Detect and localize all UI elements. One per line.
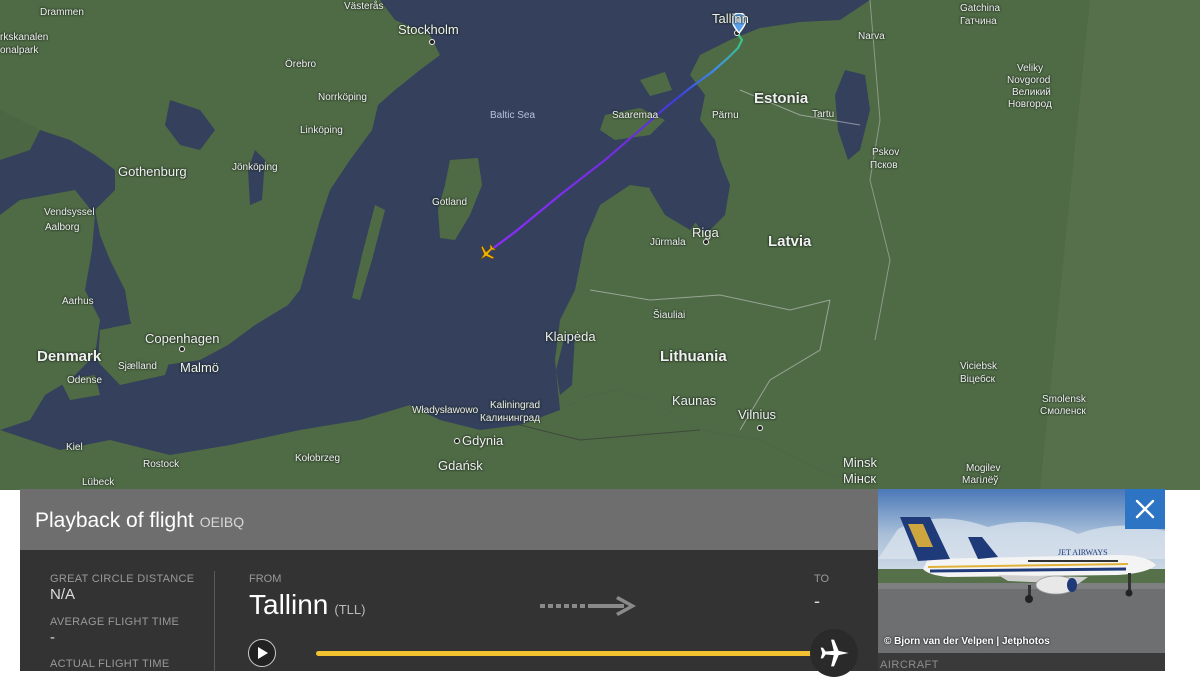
airplane-icon[interactable] <box>476 242 498 264</box>
map-label-gatchina-ru: Гатчина <box>960 16 997 27</box>
map-label-gdansk: Gdańsk <box>438 458 483 473</box>
map-label-lubeck: Lübeck <box>82 477 115 488</box>
flight-map[interactable]: Drammen rkskanalen onalpark Västerås Sto… <box>0 0 1200 490</box>
playback-progress-fill <box>316 651 831 656</box>
destination-value: - <box>814 591 820 611</box>
avg-flight-time-value: - <box>50 629 55 646</box>
aircraft-photo-image: JET AIRWAYS <box>878 489 1165 653</box>
map-label-kaliningrad: Kaliningrad <box>490 400 541 411</box>
map-label-pskov-ru: Псков <box>870 160 898 171</box>
aircraft-label: AIRCRAFT <box>880 659 939 671</box>
map-label-mogilev: Mogilev <box>966 463 1001 474</box>
map-label-vasteras: Västerås <box>344 1 384 12</box>
map-label-novgorod: Novgorod <box>1007 75 1051 86</box>
map-label-kiel: Kiel <box>66 442 83 453</box>
airline-livery-text: JET AIRWAYS <box>1058 548 1108 557</box>
map-label-klaipeda: Klaipėda <box>545 329 596 344</box>
panel-divider <box>214 571 215 671</box>
playback-progress-bar[interactable] <box>316 651 831 656</box>
map-label-skanalen: rkskanalen <box>0 32 49 43</box>
map-label-pskov: Pskov <box>872 147 900 158</box>
close-icon <box>1135 499 1155 519</box>
map-label-malmo: Malmö <box>180 360 220 375</box>
map-label-viciebsk: Viciebsk <box>960 361 998 372</box>
map-label-minsk-ru: Мінск <box>843 471 877 486</box>
map-label-gatchina: Gatchina <box>960 3 1001 14</box>
map-label-minsk: Minsk <box>843 455 877 470</box>
airplane-icon <box>820 639 849 667</box>
map-label-nalpark: onalpark <box>0 45 39 56</box>
map-label-novgorod-ru: Новгород <box>1008 99 1052 110</box>
map-label-gdynia: Gdynia <box>462 433 504 448</box>
map-label-stockholm: Stockholm <box>398 22 459 37</box>
map-label-viciebsk-ru: Віцебск <box>960 374 995 385</box>
map-label-aarhus: Aarhus <box>62 296 94 307</box>
map-label-veliky-ru: Великий <box>1012 87 1051 98</box>
map-label-aalborg: Aalborg <box>45 222 80 233</box>
playback-panel: Playback of flight OEIBQ GREAT CIRCLE DIS… <box>20 489 878 677</box>
avg-flight-time-label: AVERAGE FLIGHT TIME <box>50 616 180 628</box>
map-label-vilnius: Vilnius <box>738 407 777 422</box>
map-label-kolobrzeg: Kołobrzeg <box>295 453 341 464</box>
map-label-mogilev-ru: Магілёў <box>962 475 999 486</box>
map-label-parnu: Pärnu <box>712 110 739 121</box>
map-label-smolensk: Smolensk <box>1042 394 1086 405</box>
map-label-narva: Narva <box>858 31 885 42</box>
map-label-rostock: Rostock <box>143 459 180 470</box>
map-label-saaremaa: Saaremaa <box>612 110 659 121</box>
map-label-linkoping: Linköping <box>300 125 343 136</box>
panel-header: Playback of flight OEIBQ <box>20 489 878 550</box>
origin-city: Tallinn <box>249 589 329 620</box>
origin-airport: Tallinn (TLL) <box>249 589 365 621</box>
origin-code: (TLL) <box>334 602 366 617</box>
map-label-tallinn: Tallinn <box>712 11 749 26</box>
map-label-vendsyssel: Vendsyssel <box>44 207 95 218</box>
panel-title: Playback of flight OEIBQ <box>35 509 244 533</box>
map-label-gothenburg: Gothenburg <box>118 164 187 179</box>
route-arrow-icon <box>540 596 636 616</box>
map-label-tartu: Tartu <box>812 109 835 120</box>
map-label-baltic-sea: Baltic Sea <box>490 110 536 121</box>
map-label-copenhagen: Copenhagen <box>145 331 220 346</box>
map-label-gotland: Gotland <box>432 197 468 208</box>
map-label-lithuania: Lithuania <box>660 348 727 365</box>
from-label: FROM <box>249 573 282 585</box>
actual-flight-time-label: ACTUAL FLIGHT TIME <box>50 658 170 670</box>
map-label-orebro: Örebro <box>285 59 317 70</box>
map-label-kaunas: Kaunas <box>672 393 717 408</box>
map-label-sjaelland: Sjælland <box>118 361 157 372</box>
map-label-wladyslawowo: Władysławowo <box>412 405 479 416</box>
play-icon <box>258 647 268 659</box>
panel-title-text: Playback of flight <box>35 509 194 532</box>
map-label-estonia: Estonia <box>754 90 809 107</box>
map-label-veliky: Veliky <box>1017 63 1044 74</box>
great-circle-value: N/A <box>50 586 76 603</box>
map-label-siauliai: Šiauliai <box>653 310 686 321</box>
map-label-norrkoping: Norrköping <box>318 92 367 103</box>
map-label-kaliningrad-ru: Калининград <box>480 413 541 424</box>
close-button[interactable] <box>1125 489 1165 529</box>
map-label-smolensk-ru: Смоленск <box>1040 406 1086 417</box>
map-label-drammen: Drammen <box>40 7 84 18</box>
great-circle-label: GREAT CIRCLE DISTANCE <box>50 573 195 585</box>
map-label-jurmala: Jūrmala <box>650 237 686 248</box>
map-label-odense: Odense <box>67 375 103 386</box>
aircraft-photo[interactable]: JET AIRWAYS <box>878 489 1165 653</box>
map-label-latvia: Latvia <box>768 233 812 250</box>
map-label-riga: Riga <box>692 225 719 240</box>
play-button[interactable] <box>248 639 276 667</box>
photo-credit: © Bjorn van der Velpen | Jetphotos <box>884 636 1050 647</box>
map-label-denmark: Denmark <box>37 348 102 365</box>
flight-registration: OEIBQ <box>199 514 245 530</box>
map-label-jonkoping: Jönköping <box>232 162 278 173</box>
playback-progress-handle[interactable] <box>810 629 858 677</box>
to-label: TO <box>814 573 830 585</box>
